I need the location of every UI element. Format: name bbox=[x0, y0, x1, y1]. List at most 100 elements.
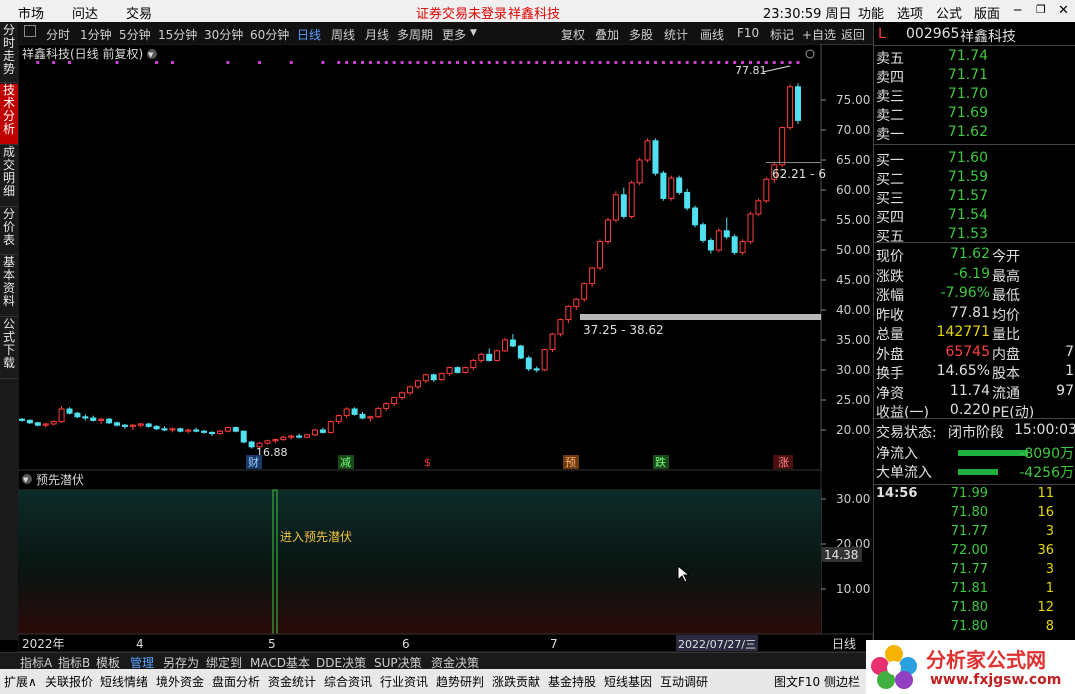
candle-body bbox=[462, 367, 469, 373]
tab-price-table[interactable]: 分价表 bbox=[0, 208, 18, 255]
stat-label: 换手 bbox=[876, 366, 904, 382]
period-weekly[interactable]: 周线 bbox=[331, 26, 355, 43]
sub-current-value: 14.38 bbox=[824, 548, 858, 562]
signal-dot bbox=[495, 61, 499, 64]
tool-mark[interactable]: 标记 bbox=[770, 26, 794, 43]
candle-body bbox=[787, 86, 794, 129]
signal-dot bbox=[685, 61, 689, 64]
signal-dot bbox=[590, 61, 594, 64]
extension-tab[interactable]: 涨跌贡献 bbox=[492, 673, 540, 690]
extension-tab[interactable]: 综合资讯 bbox=[324, 673, 372, 690]
period-daily[interactable]: 日线 bbox=[297, 26, 321, 43]
candle-body bbox=[90, 417, 97, 421]
candle-body bbox=[739, 241, 746, 253]
candle-body bbox=[216, 430, 223, 435]
menu-options[interactable]: 选项 bbox=[897, 3, 923, 22]
candle-body bbox=[422, 374, 429, 382]
signal-dot bbox=[638, 61, 642, 64]
extension-tab[interactable]: 资金统计 bbox=[268, 673, 316, 690]
period-30min[interactable]: 30分钟 bbox=[204, 26, 243, 43]
y-tick-label: 65.00 bbox=[836, 153, 870, 167]
period-60min[interactable]: 60分钟 bbox=[250, 26, 289, 43]
tab-formula-download[interactable]: 公式下载 bbox=[0, 318, 18, 379]
grid-icon[interactable] bbox=[24, 25, 36, 37]
signal-dot bbox=[432, 61, 436, 64]
panel-divider bbox=[874, 45, 1075, 46]
period-timeshare[interactable]: 分时 bbox=[46, 26, 70, 43]
tool-statistics[interactable]: 统计 bbox=[664, 26, 688, 43]
top-menu-bar: 市场 问达 交易 证券交易未登录 祥鑫科技 23:30:59 周日 功能 选项 … bbox=[0, 0, 1075, 23]
extension-tab[interactable]: 境外资金 bbox=[156, 673, 204, 690]
extension-tab[interactable]: 趋势研判 bbox=[436, 673, 484, 690]
menu-wenda[interactable]: 问达 bbox=[72, 3, 98, 22]
y-tick-label: 25.00 bbox=[836, 393, 870, 407]
sidebar-toggle[interactable]: 图文F10 侧边栏 bbox=[774, 673, 860, 690]
extension-tab[interactable]: 短线情绪 bbox=[100, 673, 148, 690]
menu-trade[interactable]: 交易 bbox=[126, 3, 152, 22]
period-monthly[interactable]: 月线 bbox=[365, 26, 389, 43]
tab-basic-info[interactable]: 基本资料 bbox=[0, 256, 18, 317]
signal-dot bbox=[384, 61, 388, 64]
period-more[interactable]: 更多 bbox=[442, 26, 466, 43]
signal-dot bbox=[416, 61, 420, 64]
candle-body bbox=[747, 213, 754, 243]
tool-multi-stock[interactable]: 多股 bbox=[629, 26, 653, 43]
candle-body bbox=[209, 431, 216, 435]
candle-body bbox=[26, 419, 33, 424]
close-icon[interactable]: ✕ bbox=[1058, 3, 1069, 18]
tick-price: 72.00 bbox=[950, 543, 988, 558]
stat-label-2: 最高 bbox=[992, 268, 1020, 285]
chevron-down-icon[interactable]: ▼ bbox=[470, 28, 477, 38]
tool-add-watchlist[interactable]: +自选 bbox=[802, 26, 836, 43]
tab-timeshare[interactable]: 分时走势 bbox=[0, 24, 18, 83]
candle-body bbox=[359, 413, 366, 419]
tool-draw[interactable]: 画线 bbox=[700, 26, 724, 43]
tool-f10[interactable]: F10 bbox=[737, 26, 759, 40]
menu-formula[interactable]: 公式 bbox=[936, 3, 962, 22]
event-tag-rise: 涨 bbox=[778, 456, 789, 469]
trade-status-label: 交易状态: bbox=[876, 425, 937, 441]
extension-tab[interactable]: 基金持股 bbox=[548, 673, 596, 690]
trade-status: 闭市阶段 bbox=[948, 425, 1004, 441]
tool-back[interactable]: 返回 bbox=[841, 26, 865, 43]
tool-overlay[interactable]: 叠加 bbox=[595, 26, 619, 43]
signal-dot bbox=[226, 61, 230, 64]
login-status[interactable]: 证券交易未登录 bbox=[416, 3, 507, 22]
chart-area[interactable]: 75.00 70.00 65.00 60.00 55.00 50.00 45.00 40.00… bbox=[18, 44, 873, 652]
tick-time: 14:56 bbox=[876, 486, 918, 501]
signal-dot bbox=[456, 61, 460, 64]
candle-body bbox=[699, 224, 706, 241]
stock-code: 002965 bbox=[906, 26, 960, 42]
ask-row: 卖五 71.74 bbox=[874, 48, 1075, 67]
period-15min[interactable]: 15分钟 bbox=[158, 26, 197, 43]
candle-body bbox=[399, 392, 406, 399]
main-chart-frame bbox=[18, 44, 822, 471]
y-tick-label: 40.00 bbox=[836, 303, 870, 317]
minimize-icon[interactable]: ─ bbox=[1014, 3, 1021, 17]
bid-row: 买一 71.60 bbox=[874, 150, 1075, 169]
y-tick-label: 55.00 bbox=[836, 213, 870, 227]
extension-tab[interactable]: 短线基因 bbox=[604, 673, 652, 690]
menu-market[interactable]: 市场 bbox=[18, 3, 44, 22]
restore-icon[interactable]: ❐ bbox=[1036, 3, 1046, 16]
tab-trade-details[interactable]: 成交明细 bbox=[0, 146, 18, 207]
extension-tab[interactable]: 互动调研 bbox=[660, 673, 708, 690]
period-5min[interactable]: 5分钟 bbox=[119, 26, 151, 43]
extension-tab[interactable]: 行业资讯 bbox=[380, 673, 428, 690]
signal-dot bbox=[392, 61, 396, 64]
stat-label-2: PE(动) bbox=[992, 405, 1035, 421]
period-1min[interactable]: 1分钟 bbox=[80, 26, 112, 43]
tool-adjust[interactable]: 复权 bbox=[561, 26, 585, 43]
period-multi[interactable]: 多周期 bbox=[397, 26, 433, 43]
candle-body bbox=[58, 408, 65, 423]
extension-tab[interactable]: 关联报价 bbox=[45, 673, 93, 690]
trade-time: 15:00:03 bbox=[1014, 422, 1075, 438]
tab-technical-analysis[interactable]: 技术分析 bbox=[0, 84, 18, 145]
menu-layout[interactable]: 版面 bbox=[974, 3, 1000, 22]
stat-label-2: 流通 bbox=[992, 385, 1020, 402]
candle-body bbox=[114, 422, 121, 426]
extension-tab[interactable]: 盘面分析 bbox=[212, 673, 260, 690]
quote-panel: L 002965 祥鑫科技 卖五 71.74 卖四 71.71 卖三 71.70 卖二 71.… bbox=[873, 22, 1075, 662]
menu-function[interactable]: 功能 bbox=[858, 3, 884, 22]
extension-tab[interactable]: 扩展∧ bbox=[4, 673, 37, 690]
